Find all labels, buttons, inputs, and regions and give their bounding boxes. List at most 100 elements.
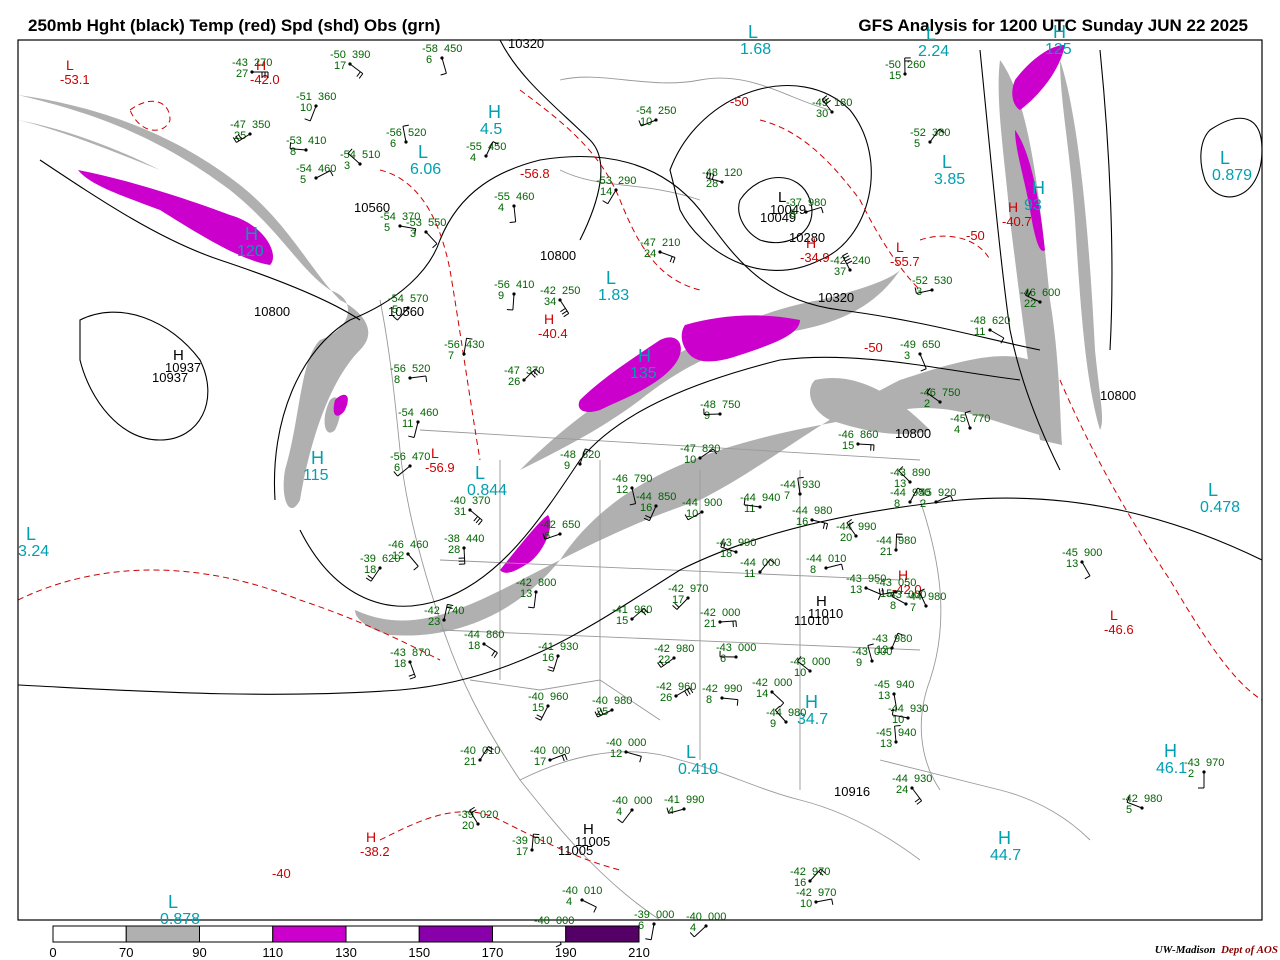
station-dot (1038, 300, 1042, 304)
obs-height: 530 (934, 275, 952, 287)
obs-dewpoint: 28 (448, 544, 460, 556)
speed-legend (52, 925, 640, 943)
obs-dewpoint: 30 (816, 108, 828, 120)
station-dot (910, 786, 914, 790)
temp-value: -56.8 (520, 166, 550, 181)
station-dot (630, 808, 634, 812)
station-observation: -45 7704 (950, 410, 990, 436)
center-value: 0.410 (678, 761, 718, 778)
obs-dewpoint: 18 (468, 640, 480, 652)
center-letter: L (1208, 480, 1218, 500)
station-observation: -51 36010 (296, 91, 336, 122)
station-observation: -40 96015 (528, 691, 568, 721)
obs-dewpoint: 4 (690, 922, 696, 934)
wind-barb-feather (831, 898, 834, 905)
legend-swatch (418, 925, 493, 943)
obs-dewpoint: 8 (394, 374, 400, 386)
station-dot (908, 500, 912, 504)
wind-barb-feather (736, 699, 739, 706)
obs-height: 990 (858, 521, 876, 533)
speed-center: L0.879 (1212, 148, 1252, 184)
wind-barb-feather (365, 577, 372, 582)
obs-height: 770 (972, 413, 990, 425)
obs-dewpoint: 6 (544, 530, 550, 542)
station-dot (534, 590, 538, 594)
station-dot (718, 412, 722, 416)
station-dot (548, 758, 552, 762)
wind-barb-feather (475, 518, 481, 524)
station-observation: -56 4109 (494, 279, 534, 311)
station-observation: -43 87018 (390, 647, 430, 680)
legend-tick-label: 130 (335, 945, 357, 960)
center-letter: H (1032, 178, 1045, 198)
wind-barb-staff (857, 443, 875, 446)
jet-shading-northwest (18, 95, 369, 509)
station-dot (906, 716, 910, 720)
station-observation: -44 98021 (876, 533, 916, 558)
station-observation: -42 00021 (700, 607, 740, 630)
wind-barb-staff (407, 553, 419, 567)
station-dot (314, 104, 318, 108)
station-observation: -48 12028 (702, 167, 742, 190)
obs-height: 790 (634, 473, 652, 485)
station-observation: -42 00014 (752, 677, 792, 708)
station-observation: -40 0004 (612, 795, 652, 824)
wind-barb-staff (721, 697, 738, 701)
wind-barb-feather (304, 118, 311, 122)
obs-height: 380 (932, 127, 950, 139)
station-observation: -44 86018 (464, 629, 504, 659)
station-dot (408, 660, 412, 664)
temp-letter: H (366, 829, 376, 845)
wind-barb-feather (563, 312, 569, 318)
speed-center: H4.5 (480, 102, 502, 138)
obs-height: 900 (1084, 547, 1102, 559)
obs-height: 940 (896, 679, 914, 691)
station-dot (830, 110, 834, 114)
wind-barb-staff (650, 923, 655, 940)
obs-height: 000 (634, 795, 652, 807)
height-contour-label: 10800 (254, 304, 290, 319)
station-dot (808, 879, 812, 883)
station-dot (652, 922, 656, 926)
obs-dewpoint: 13 (878, 690, 890, 702)
station-dot (658, 250, 662, 254)
center-letter: L (1220, 148, 1230, 168)
obs-dewpoint: 16 (640, 502, 652, 514)
station-dot (854, 534, 858, 538)
obs-dewpoint: 20 (462, 820, 474, 832)
temp-letter: H (544, 311, 554, 327)
wind-barb-feather (548, 666, 555, 669)
obs-height: 000 (628, 737, 646, 749)
station-dot (938, 400, 942, 404)
station-observation: -58 4506 (422, 43, 462, 76)
obs-height: 460 (318, 163, 336, 175)
center-value: 6.06 (410, 161, 441, 178)
station-observation: -44 00011 (740, 557, 780, 580)
station-observation: -44 93024 (892, 773, 932, 805)
wind-barb-feather (533, 836, 540, 839)
obs-dewpoint: 6 (390, 138, 396, 150)
obs-dewpoint: 14 (600, 186, 612, 198)
wind-barb-feather (841, 564, 844, 571)
obs-height: 210 (662, 237, 680, 249)
temperature-center: -56.8 (520, 166, 550, 181)
center-value: 93 (1024, 197, 1042, 214)
station-dot (406, 306, 410, 310)
center-letter: H (488, 102, 501, 122)
station-dot (890, 646, 894, 650)
height-contour-atlantic-east (1099, 49, 1113, 351)
obs-dewpoint: 17 (334, 60, 346, 72)
station-dot (720, 696, 724, 700)
obs-height: 860 (486, 629, 504, 641)
station-dot (416, 420, 420, 424)
station-dot (424, 230, 428, 234)
center-letter: L (748, 22, 758, 42)
station-dot (864, 586, 868, 590)
station-dot (654, 504, 658, 508)
station-dot (928, 140, 932, 144)
station-dot (814, 900, 818, 904)
station-observation: -44 94011 (740, 492, 780, 515)
obs-dewpoint: 4 (566, 896, 572, 908)
station-observation: -42 96026 (656, 681, 696, 704)
obs-height: 000 (556, 915, 574, 927)
